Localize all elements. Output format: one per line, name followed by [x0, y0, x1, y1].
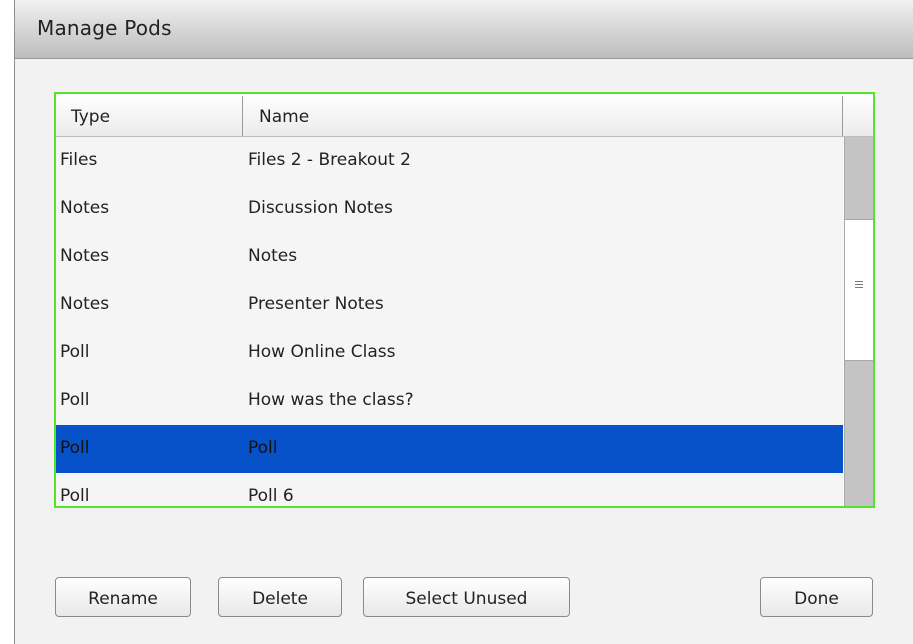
dialog-title: Manage Pods	[37, 16, 172, 40]
table-row[interactable]: Poll How Online Class	[56, 329, 843, 378]
cell-name: How Online Class	[248, 342, 396, 362]
table-row[interactable]: Notes Discussion Notes	[56, 185, 843, 234]
column-header-name[interactable]: Name	[259, 94, 309, 136]
cell-type: Files	[60, 150, 98, 170]
scrollbar-thumb[interactable]	[845, 219, 873, 361]
column-header-type[interactable]: Type	[71, 94, 110, 136]
cell-name: Presenter Notes	[248, 294, 384, 314]
dialog-titlebar[interactable]: Manage Pods	[15, 0, 913, 59]
table-row-selected[interactable]: Poll Poll	[56, 425, 843, 474]
table-row[interactable]: Notes Notes	[56, 233, 843, 282]
cell-name: Poll	[248, 438, 278, 458]
vertical-scrollbar[interactable]	[844, 137, 873, 506]
table-body: Files Files 2 - Breakout 2 Notes Discuss…	[56, 137, 843, 506]
cell-name: Notes	[248, 246, 298, 266]
table-row[interactable]: Files Files 2 - Breakout 2	[56, 137, 843, 186]
header-corner	[843, 94, 873, 137]
cell-type: Notes	[60, 198, 110, 218]
table-row[interactable]: Poll How was the class?	[56, 377, 843, 426]
select-unused-button[interactable]: Select Unused	[363, 577, 570, 617]
cell-type: Poll	[60, 486, 90, 506]
cell-type: Poll	[60, 342, 90, 362]
pods-table[interactable]: Type Name Files Files 2 - Breakout 2 Not…	[54, 92, 875, 508]
cell-name: Files 2 - Breakout 2	[248, 150, 411, 170]
cell-name: Poll 6	[248, 486, 294, 506]
cell-type: Poll	[60, 390, 90, 410]
cell-type: Notes	[60, 246, 110, 266]
done-button[interactable]: Done	[760, 577, 873, 617]
cell-name: How was the class?	[248, 390, 414, 410]
manage-pods-dialog: Manage Pods Type Name Files Files 2 - Br…	[14, 0, 913, 644]
grip-icon	[855, 281, 863, 288]
cell-type: Notes	[60, 294, 110, 314]
rename-button[interactable]: Rename	[55, 577, 191, 617]
cell-name: Discussion Notes	[248, 198, 393, 218]
table-header: Type Name	[56, 94, 843, 137]
delete-button[interactable]: Delete	[218, 577, 342, 617]
table-row[interactable]: Poll Poll 6	[56, 473, 843, 506]
column-divider[interactable]	[242, 96, 243, 136]
cell-type: Poll	[60, 438, 90, 458]
table-row[interactable]: Notes Presenter Notes	[56, 281, 843, 330]
